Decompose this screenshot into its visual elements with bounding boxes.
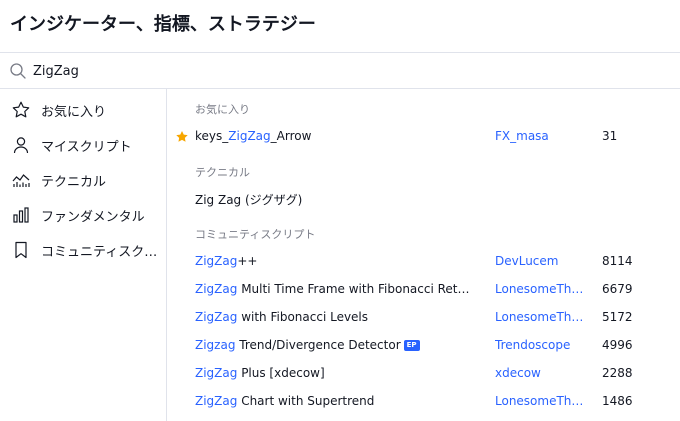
star-filled-icon[interactable] [175,130,189,144]
result-count: 5172 [602,310,633,324]
star-outline-icon [10,99,32,121]
result-count: 2288 [602,366,633,380]
user-icon [10,134,32,156]
result-count: 4996 [602,338,633,352]
technicals-chart-icon [10,169,32,191]
bar-chart-icon [10,204,32,226]
result-row[interactable]: ZigZag Multi Time Frame with Fibonacci R… [167,276,680,304]
ep-badge: EP [403,340,420,351]
result-name: ZigZag with Fibonacci Levels [195,310,369,324]
search-input[interactable] [33,57,633,85]
search-bar [0,52,680,89]
result-count: 31 [602,129,618,143]
results-list: お気に入り keys_ZigZag_Arrow FX_masa 31 テクニカル… [167,89,680,421]
sidebar-item-label: テクニカル [41,174,107,190]
result-row[interactable]: ZigZag Plus [xdecow] xdecow 2288 [167,360,680,388]
result-author[interactable]: LonesomeThe... [495,310,585,324]
result-author[interactable]: LonesomeThe... [495,282,585,296]
result-author[interactable]: xdecow [495,366,541,380]
result-row[interactable]: Zigzag Trend/Divergence Detector EP Trend… [167,332,680,360]
sidebar-item-label: マイスクリプト [41,139,132,155]
dialog-header: インジケーター、指標、ストラテジー [0,0,680,52]
sidebar-item-my-scripts[interactable]: マイスクリプト [0,128,166,162]
result-name: ZigZag Multi Time Frame with Fibonacci R… [195,282,470,296]
sidebar-item-technicals[interactable]: テクニカル [0,163,166,197]
result-name: Zig Zag (ジグザグ) [195,193,303,207]
sidebar-item-label: コミュニティスクリ... [41,244,163,260]
result-author[interactable]: FX_masa [495,129,549,143]
result-author[interactable]: DevLucem [495,254,558,268]
category-sidebar: お気に入り マイスクリプト テクニカル ファンダメンタル コミュニティスクリ..… [0,89,167,421]
sidebar-item-favorites[interactable]: お気に入り [0,93,166,127]
section-title-community: コミュニティスクリプト [195,228,316,241]
result-name: ZigZag Plus [xdecow] [195,366,325,380]
sidebar-item-label: ファンダメンタル [41,209,145,225]
search-icon [10,63,26,79]
section-title-favorites: お気に入り [195,103,250,116]
result-count: 6679 [602,282,633,296]
result-name: ZigZag Chart with Supertrend [195,394,375,408]
bookmark-icon [10,239,32,261]
result-author[interactable]: LonesomeThe... [495,394,585,408]
sidebar-item-label: お気に入り [41,104,107,120]
result-row[interactable]: ZigZag with Fibonacci Levels LonesomeThe… [167,304,680,332]
dialog-title: インジケーター、指標、ストラテジー [10,14,316,35]
result-author[interactable]: Trendoscope [495,338,570,352]
result-count: 8114 [602,254,633,268]
result-row[interactable]: keys_ZigZag_Arrow FX_masa 31 [167,123,680,151]
result-name: ZigZag++ [195,254,258,268]
result-name: keys_ZigZag_Arrow [195,129,312,143]
result-count: 1486 [602,394,633,408]
sidebar-item-community-scripts[interactable]: コミュニティスクリ... [0,233,166,267]
result-row[interactable]: Zig Zag (ジグザグ) [167,185,680,213]
section-title-technicals: テクニカル [195,166,250,179]
result-row[interactable]: ZigZag++ DevLucem 8114 [167,248,680,276]
result-name: Zigzag Trend/Divergence Detector EP [195,338,420,352]
sidebar-item-fundamentals[interactable]: ファンダメンタル [0,198,166,232]
result-row[interactable]: ZigZag Chart with Supertrend LonesomeThe… [167,388,680,416]
